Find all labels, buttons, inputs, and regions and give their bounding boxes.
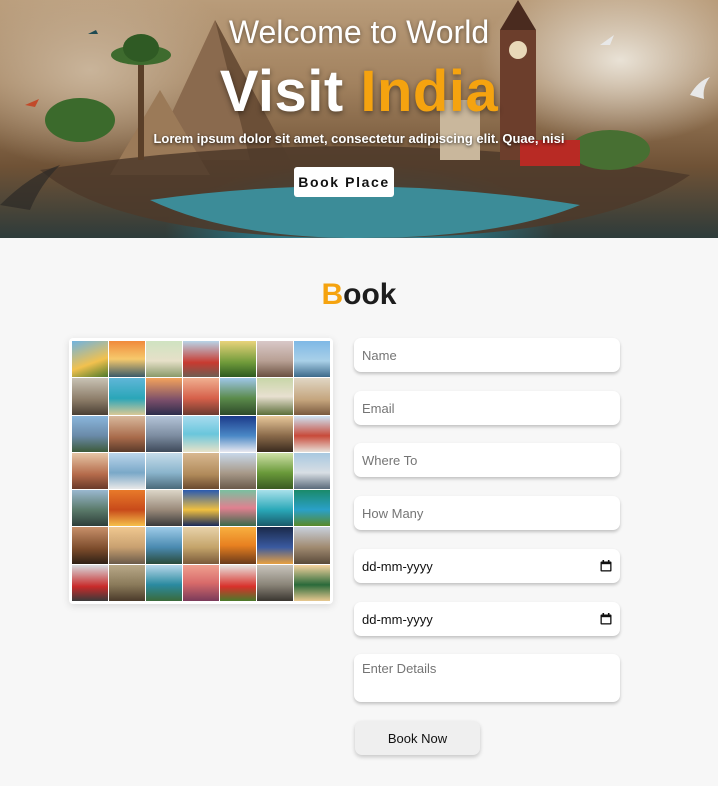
hero-banner: Welcome to World Visit India Lorem ipsum… [0,0,718,238]
book-heading-first-letter: B [321,278,344,311]
details-textarea[interactable]: Enter Details [354,654,620,702]
details-textarea-placeholder: Enter Details [362,661,437,676]
hero-title-main: Visit [219,59,344,124]
name-input[interactable]: Name [354,338,620,372]
where-to-input-placeholder: Where To [362,452,418,468]
leaving-date-input[interactable]: dd-mm-yyyy [354,602,620,636]
hero-title-accent: India [360,59,499,124]
arrival-date-value: dd-mm-yyyy [362,558,433,574]
hero-tagline: Lorem ipsum dolor sit amet, consectetur … [153,131,565,146]
how-many-input[interactable]: How Many [354,496,620,530]
where-to-input[interactable]: Where To [354,443,620,477]
hero-subtitle: Welcome to World [228,14,490,50]
name-input-placeholder: Name [362,347,397,363]
book-heading-rest: ook [343,278,397,311]
calendar-icon[interactable] [600,613,612,625]
leaving-date-value: dd-mm-yyyy [362,611,433,627]
how-many-input-placeholder: How Many [362,505,424,521]
book-section-heading: Book [0,278,718,312]
destination-collage-image [69,338,333,604]
book-now-button[interactable]: Book Now [355,721,480,755]
hero-title: Visit India [0,58,718,125]
email-input-placeholder: Email [362,400,395,416]
email-input[interactable]: Email [354,391,620,425]
book-place-button[interactable]: Book Place [294,167,394,197]
calendar-icon[interactable] [600,560,612,572]
arrival-date-input[interactable]: dd-mm-yyyy [354,549,620,583]
